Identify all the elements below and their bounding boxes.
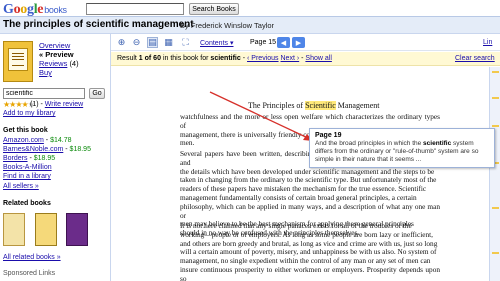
book-cover[interactable] — [3, 41, 33, 82]
search-result-summary: Result 1 of 60 in this book for scientif… — [117, 55, 332, 62]
all-sellers-link[interactable]: All sellers » — [3, 183, 39, 190]
zoom-in-icon[interactable]: ⊕ — [116, 37, 127, 48]
next-page-button[interactable]: ▶ — [292, 37, 305, 48]
vertical-scrollbar[interactable] — [489, 67, 500, 281]
sponsored-links-heading: Sponsored Links — [3, 270, 56, 277]
annotation-arrow — [209, 91, 313, 141]
clear-search-link[interactable]: Clear search — [455, 55, 495, 62]
reviews-count: (4) — [69, 59, 79, 68]
get-book-heading: Get this book — [3, 127, 48, 134]
nav-preview[interactable]: « Preview — [39, 50, 74, 59]
related-book-cover-3[interactable] — [66, 213, 88, 246]
search-in-book-input[interactable] — [3, 88, 85, 99]
tooltip-line-2: differs from the ordinary or "rule-of-th… — [315, 148, 479, 155]
seller-amazon[interactable]: Amazon.com - $14.78 — [3, 137, 72, 144]
go-button[interactable]: Go — [89, 88, 105, 99]
seller-borders[interactable]: Borders - $18.95 — [3, 155, 55, 162]
add-to-library-link[interactable]: Add to my library — [3, 110, 56, 117]
nav-reviews[interactable]: Reviews (4) — [39, 59, 79, 68]
rating-summary: (1) - Write review — [30, 101, 84, 108]
seller-books-a-million[interactable]: Books-A-Million — [3, 164, 52, 171]
book-author: By Frederick Winslow Taylor — [180, 21, 275, 30]
book-title: The principles of scientific management — [3, 19, 194, 30]
search-books-button[interactable]: Search Books — [189, 3, 239, 15]
next-result-link[interactable]: Next › — [281, 55, 300, 62]
paragraph-3: It is not here claimed that any single p… — [180, 221, 440, 281]
nav-overview[interactable]: Overview — [39, 41, 70, 50]
reviews-link[interactable]: Reviews — [39, 59, 67, 68]
books-search-input[interactable] — [86, 3, 184, 15]
previous-page-button[interactable]: ◀ — [277, 37, 290, 48]
zoom-out-icon[interactable]: ⊖ — [131, 37, 142, 48]
related-book-cover-1[interactable] — [3, 213, 25, 246]
link-button[interactable]: Lin — [483, 39, 492, 46]
previous-result-link[interactable]: ‹ Previous — [247, 55, 279, 62]
fullscreen-icon[interactable]: ⛶ — [180, 37, 191, 48]
tooltip-line-1: And the broad principles in which the sc… — [315, 140, 474, 147]
show-all-link[interactable]: Show all — [305, 55, 331, 62]
page-number: Page 15 — [250, 39, 277, 46]
one-page-icon[interactable]: ▤ — [147, 37, 158, 48]
related-books-heading: Related books — [3, 200, 51, 207]
find-in-library-link[interactable]: Find in a library — [3, 173, 51, 180]
tooltip-page: Page 19 — [315, 132, 342, 139]
write-review-link[interactable]: Write review — [45, 101, 83, 108]
contents-dropdown[interactable]: Contents ▾ — [200, 39, 233, 47]
snippet-tooltip: Page 19 And the broad principles in whic… — [309, 128, 495, 168]
seller-barnes[interactable]: Barnes&Noble.com - $18.95 — [3, 146, 91, 153]
all-related-books-link[interactable]: All related books » — [3, 254, 61, 261]
nav-buy[interactable]: Buy — [39, 68, 52, 77]
tooltip-line-3: simple in their nature that it seems ... — [315, 156, 422, 163]
related-book-cover-2[interactable] — [35, 213, 57, 246]
two-page-icon[interactable]: ▦ — [163, 37, 174, 48]
